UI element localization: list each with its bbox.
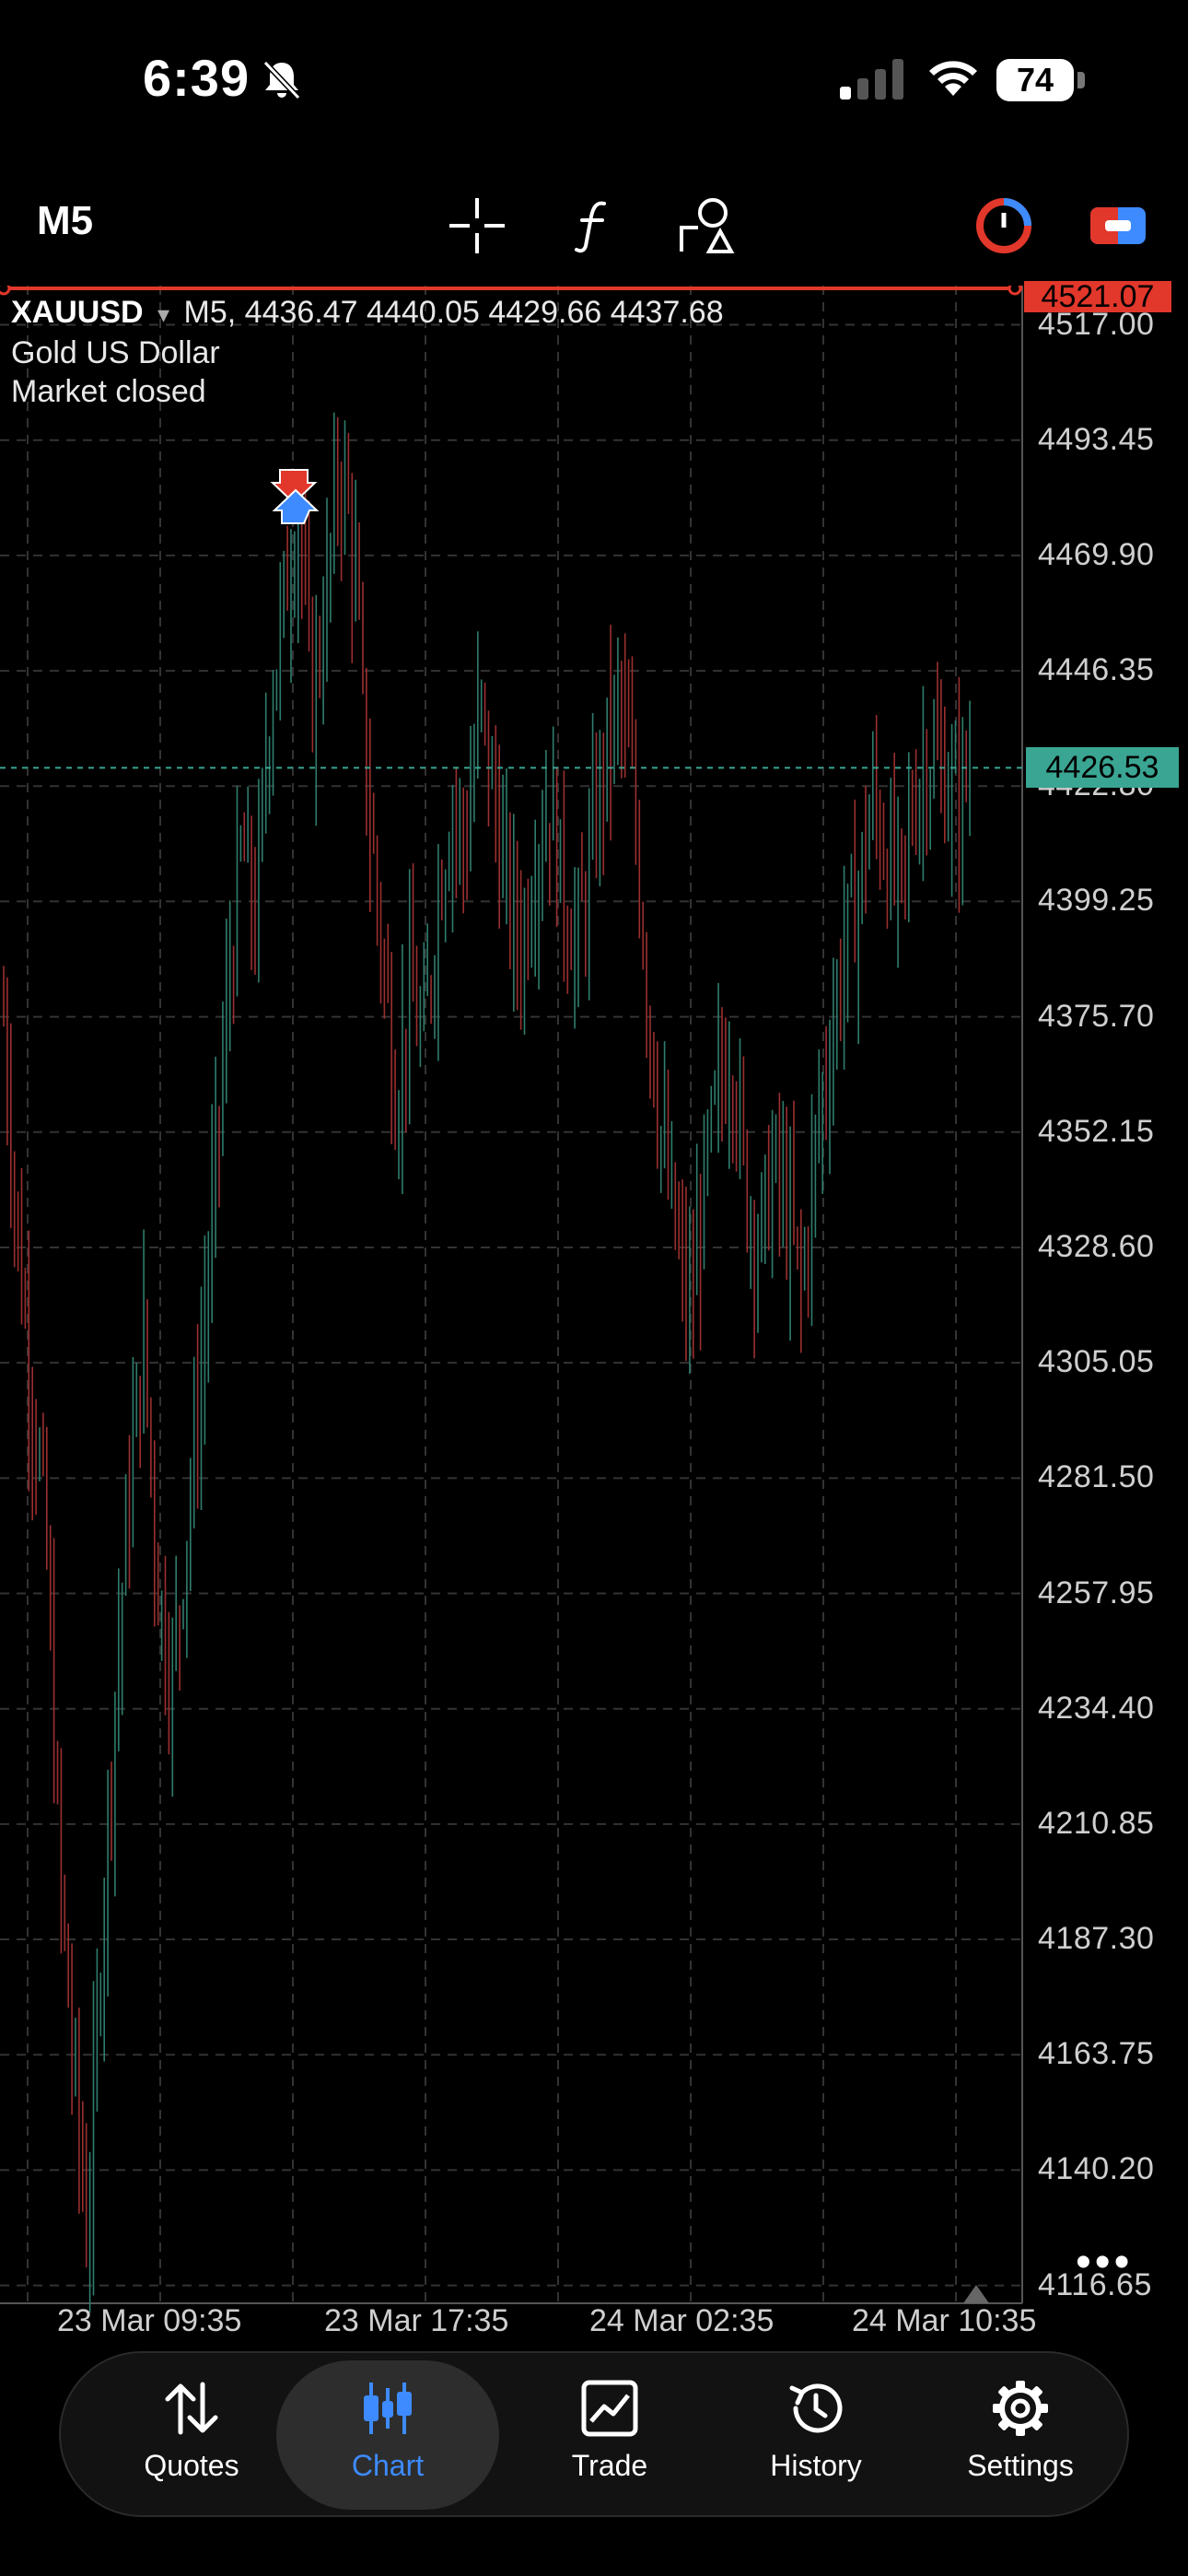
ohlc-values: M5, 4436.47 4440.05 4429.66 4437.68	[183, 295, 724, 330]
tab-trade[interactable]: Trade	[505, 2353, 715, 2519]
more-options-icon[interactable]: •••	[1076, 2237, 1133, 2288]
status-time: 6:39	[143, 49, 250, 107]
price-chart[interactable]: 4521.07 XAUUSD ▾ M5, 4436.47 4440.05 442…	[0, 281, 1188, 2338]
ask-line-end-marker	[1007, 286, 1022, 296]
crosshair-icon[interactable]	[448, 196, 507, 255]
price-tick-label: 4493.45	[1038, 421, 1155, 457]
symbol-name[interactable]: XAUUSD	[11, 295, 144, 330]
battery-icon: 74	[996, 59, 1085, 101]
tab-label: Settings	[967, 2449, 1074, 2482]
time-tick-label: 24 Mar 02:35	[589, 2303, 775, 2338]
timeframe-selector[interactable]: M5	[37, 198, 93, 244]
tab-label: Trade	[571, 2449, 648, 2482]
wifi-icon	[929, 61, 977, 96]
chart-end-marker	[963, 2285, 989, 2303]
tab-quotes[interactable]: Quotes	[87, 2353, 297, 2519]
price-tick-label: 4517.00	[1038, 306, 1155, 342]
price-tick-label: 4281.50	[1038, 1459, 1155, 1495]
tab-history[interactable]: History	[711, 2353, 921, 2519]
price-tick-label: 4469.90	[1038, 536, 1155, 572]
bottom-tab-bar: Quotes Chart Trade History Settings	[59, 2351, 1129, 2517]
tab-settings[interactable]: Settings	[915, 2353, 1125, 2519]
time-tick-label: 23 Mar 17:35	[324, 2303, 509, 2338]
buy-trade-marker	[272, 488, 320, 524]
current-price-label: 4426.53	[1026, 747, 1179, 789]
gear-icon	[993, 2381, 1048, 2436]
battery-level: 74	[996, 59, 1074, 101]
price-tick-label: 4210.85	[1038, 1805, 1155, 1841]
time-tick-label: 24 Mar 10:35	[852, 2303, 1037, 2338]
price-tick-label: 4187.30	[1038, 1921, 1155, 1957]
indicators-function-icon[interactable]	[564, 196, 623, 255]
cellular-signal-icon	[840, 59, 903, 100]
quotes-arrows-icon	[165, 2382, 218, 2435]
candlestick-chart[interactable]	[0, 286, 1188, 2313]
price-tick-label: 4140.20	[1038, 2151, 1155, 2187]
price-tick-label: 4305.05	[1038, 1344, 1155, 1380]
trade-panel-icon[interactable]	[1089, 196, 1147, 255]
price-tick-label: 4163.75	[1038, 2036, 1155, 2072]
price-tick-label: 4257.95	[1038, 1575, 1155, 1610]
drawing-objects-icon[interactable]	[678, 196, 737, 255]
price-tick-label: 4446.35	[1038, 652, 1155, 688]
status-bar: 6:39 74	[0, 0, 1188, 157]
price-tick-label: 4375.70	[1038, 998, 1155, 1034]
time-tick-label: 23 Mar 09:35	[57, 2303, 242, 2338]
chart-toolbar: M5	[0, 180, 1188, 272]
market-status: Market closed	[11, 374, 206, 409]
tab-label: History	[770, 2449, 862, 2482]
price-tick-label: 4352.15	[1038, 1113, 1155, 1149]
ask-line-start-marker	[0, 286, 11, 296]
tab-chart[interactable]: Chart	[276, 2360, 499, 2510]
symbol-dropdown-icon[interactable]: ▾	[152, 300, 175, 328]
tab-label: Chart	[351, 2449, 425, 2482]
bell-muted-icon	[262, 60, 301, 100]
chart-info: XAUUSD ▾ M5, 4436.47 4440.05 4429.66 443…	[11, 293, 724, 411]
candlestick-chart-icon	[364, 2383, 412, 2434]
history-clock-icon	[789, 2383, 843, 2433]
symbol-description: Gold US Dollar	[11, 335, 220, 370]
price-tick-label: 4234.40	[1038, 1690, 1155, 1726]
price-tick-label: 4328.60	[1038, 1228, 1155, 1264]
tab-label: Quotes	[144, 2449, 239, 2482]
trade-line-chart-icon	[581, 2380, 638, 2437]
price-tick-label: 4399.25	[1038, 883, 1155, 919]
one-click-trading-icon[interactable]	[974, 196, 1033, 255]
